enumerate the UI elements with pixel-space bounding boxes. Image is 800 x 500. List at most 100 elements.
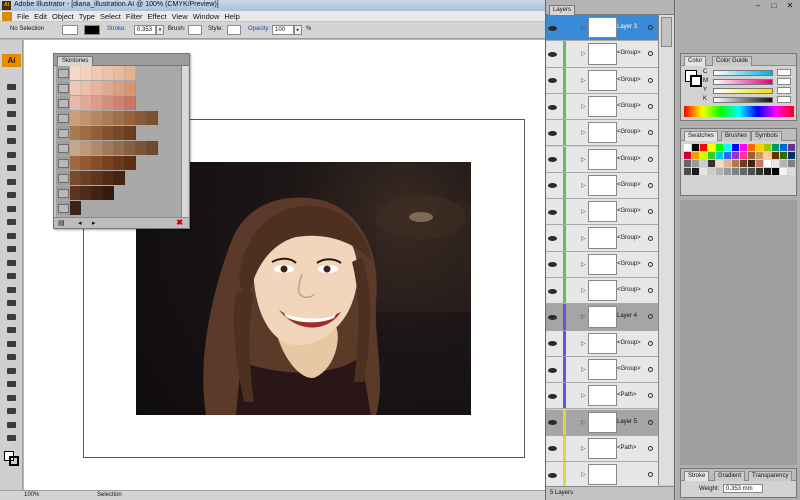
color-swatch[interactable]	[708, 168, 715, 175]
slice-tool-icon[interactable]	[7, 394, 16, 401]
sublayer-row[interactable]: ▷	[546, 462, 658, 489]
skintone-swatch[interactable]	[125, 66, 136, 80]
color-swatch[interactable]	[732, 160, 739, 167]
skintone-swatch[interactable]	[114, 126, 125, 140]
color-swatch[interactable]	[756, 168, 763, 175]
menu-object[interactable]: Object	[52, 12, 79, 21]
zoom-level[interactable]: 100%	[24, 492, 39, 498]
expand-triangle-icon[interactable]: ▷	[581, 24, 586, 31]
expand-triangle-icon[interactable]: ▷	[581, 366, 586, 373]
visibility-eye-icon[interactable]	[548, 420, 557, 426]
skintone-swatch[interactable]	[114, 96, 125, 110]
channel-gradient[interactable]	[713, 79, 773, 85]
tab-layers[interactable]: Layers	[549, 5, 576, 15]
target-circle-icon[interactable]	[648, 288, 653, 294]
sublayer-row[interactable]: ▷ <Group>	[546, 199, 658, 226]
hand-tool-icon[interactable]	[7, 421, 16, 428]
skintones-scrollbar[interactable]	[181, 66, 188, 218]
sublayer-row[interactable]: ▷ <Group>	[546, 172, 658, 200]
stroke-label[interactable]: Stroke:	[107, 26, 126, 32]
skintone-swatch[interactable]	[147, 141, 158, 155]
skintone-swatch[interactable]	[103, 126, 114, 140]
graph-tool-icon[interactable]	[7, 313, 16, 320]
color-swatch[interactable]	[716, 160, 723, 167]
color-swatch[interactable]	[772, 144, 779, 151]
skintone-swatch[interactable]	[114, 141, 125, 155]
layers-panel-header[interactable]: Layers	[546, 0, 674, 15]
skintone-swatch[interactable]	[81, 126, 92, 140]
visibility-eye-icon[interactable]	[548, 78, 557, 84]
expand-triangle-icon[interactable]: ▷	[581, 182, 586, 189]
skintone-swatch[interactable]	[114, 111, 125, 125]
expand-triangle-icon[interactable]: ▷	[581, 392, 586, 399]
tab-skintones[interactable]: Skintones	[57, 56, 94, 66]
skintone-swatch[interactable]	[92, 66, 103, 80]
color-swatch[interactable]	[716, 152, 723, 159]
color-swatch[interactable]	[748, 152, 755, 159]
tab-swatches[interactable]: Swatches	[684, 131, 719, 141]
color-swatch[interactable]	[780, 144, 787, 151]
visibility-eye-icon[interactable]	[548, 157, 557, 163]
skintone-swatch[interactable]	[81, 186, 92, 200]
color-swatch[interactable]	[708, 144, 715, 151]
fill-color-box[interactable]	[62, 25, 78, 35]
layer-row[interactable]: ▷ Layer 5	[546, 409, 658, 436]
skintone-swatch[interactable]	[92, 186, 103, 200]
close-icon[interactable]: ✕	[782, 0, 798, 12]
layer-row[interactable]: ▷ Layer 4	[546, 304, 658, 331]
sublayer-row[interactable]: ▷ <Group>	[546, 356, 658, 384]
target-circle-icon[interactable]	[648, 182, 653, 188]
color-slider-c[interactable]: C	[703, 69, 793, 76]
color-swatch[interactable]	[764, 160, 771, 167]
color-swatch[interactable]	[764, 144, 771, 151]
skintone-group[interactable]	[56, 66, 136, 80]
color-swatch[interactable]	[700, 160, 707, 167]
opacity-input[interactable]: 100	[272, 25, 294, 35]
visibility-eye-icon[interactable]	[548, 130, 557, 136]
tab-stroke[interactable]: Stroke	[684, 471, 710, 481]
color-swatch[interactable]	[684, 168, 691, 175]
skintone-swatch[interactable]	[70, 126, 81, 140]
skintone-swatch[interactable]	[92, 111, 103, 125]
skintone-swatch[interactable]	[81, 141, 92, 155]
direct-selection-tool-icon[interactable]	[7, 97, 16, 104]
skintone-group[interactable]	[56, 201, 81, 215]
target-circle-icon[interactable]	[648, 340, 653, 346]
color-swatch[interactable]	[756, 160, 763, 167]
target-circle-icon[interactable]	[648, 472, 653, 478]
target-circle-icon[interactable]	[648, 393, 653, 399]
skintone-swatch[interactable]	[147, 111, 158, 125]
target-circle-icon[interactable]	[648, 104, 653, 110]
sublayer-row[interactable]: ▷ <Path>	[546, 383, 658, 410]
color-swatch[interactable]	[684, 144, 691, 151]
target-circle-icon[interactable]	[648, 445, 653, 451]
color-swatch[interactable]	[724, 144, 731, 151]
color-panel-header[interactable]: Color Color Guide	[681, 54, 796, 66]
target-circle-icon[interactable]	[648, 25, 653, 31]
target-circle-icon[interactable]	[648, 419, 653, 425]
lasso-tool-icon[interactable]	[7, 124, 16, 131]
color-swatch[interactable]	[788, 168, 795, 175]
color-stroke-swatch[interactable]	[690, 75, 702, 87]
skintone-swatch[interactable]	[81, 111, 92, 125]
skintone-swatch[interactable]	[92, 81, 103, 95]
menu-select[interactable]: Select	[100, 12, 126, 21]
scale-tool-icon[interactable]	[7, 259, 16, 266]
skintone-swatch[interactable]	[136, 141, 147, 155]
scissors-tool-icon[interactable]	[7, 408, 16, 414]
skintone-swatch[interactable]	[70, 81, 81, 95]
skintone-swatch[interactable]	[70, 186, 81, 200]
skintone-swatch[interactable]	[125, 156, 136, 170]
color-slider-k[interactable]: K	[703, 96, 793, 103]
expand-triangle-icon[interactable]: ▷	[581, 103, 586, 110]
color-swatch[interactable]	[732, 168, 739, 175]
color-swatch[interactable]	[700, 144, 707, 151]
stroke-panel-header[interactable]: Stroke Gradient Transparency	[681, 469, 796, 481]
tab-transparency[interactable]: Transparency	[748, 471, 793, 481]
skintone-group[interactable]	[56, 96, 136, 110]
skintone-swatch[interactable]	[81, 66, 92, 80]
delete-icon[interactable]: ✖	[176, 218, 183, 227]
skintone-swatch[interactable]	[92, 141, 103, 155]
stroke-weight-dropdown[interactable]: ▾	[156, 25, 164, 35]
skintone-swatch[interactable]	[92, 156, 103, 170]
